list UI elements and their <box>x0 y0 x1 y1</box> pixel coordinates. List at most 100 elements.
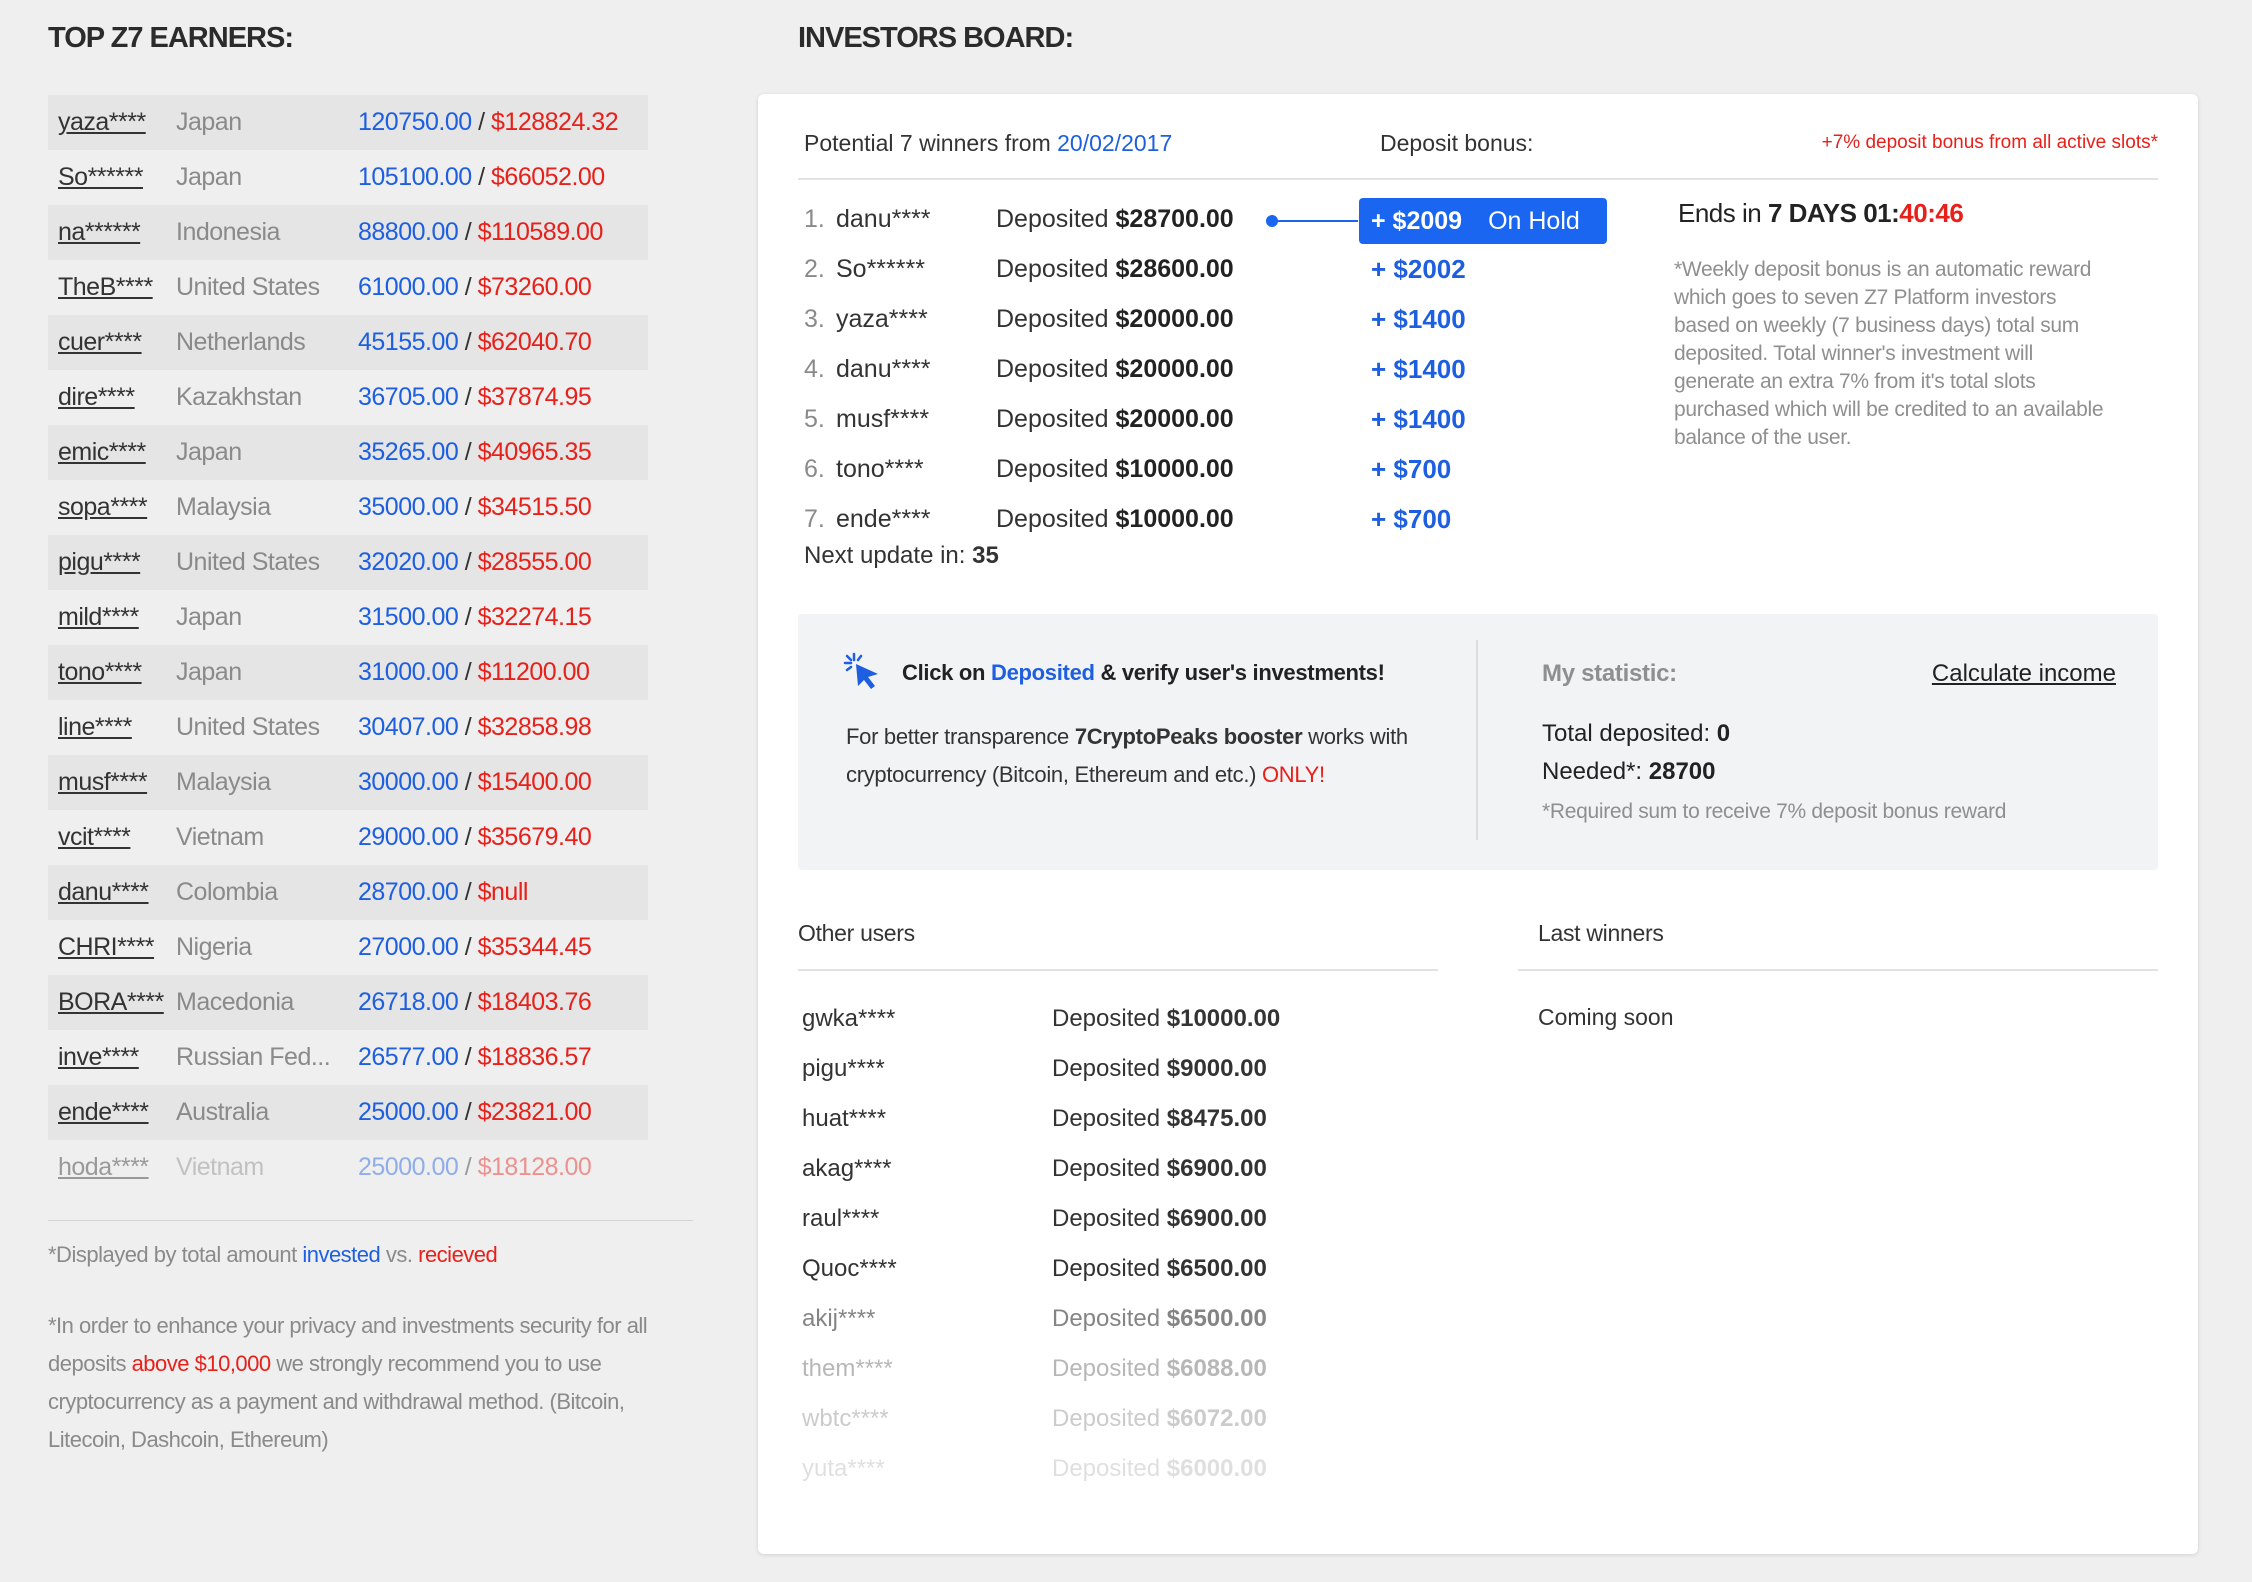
earner-row: mild**** Japan 31500.00 / $32274.15 <box>48 590 648 645</box>
next-update-label: Next update in: <box>804 542 973 569</box>
earner-name-link[interactable]: emic**** <box>48 438 176 467</box>
winner-deposited[interactable]: Deposited $28700.00 <box>996 205 1381 234</box>
earner-name-link[interactable]: ende**** <box>48 1098 176 1127</box>
earner-name-link[interactable]: na****** <box>48 218 176 247</box>
earner-row: hoda**** Vietnam 25000.00 / $18128.00 <box>48 1140 648 1195</box>
earner-name-link[interactable]: cuer**** <box>48 328 176 357</box>
earner-amounts: 29000.00 / $35679.40 <box>358 823 592 852</box>
earner-name-link[interactable]: BORA**** <box>48 988 176 1017</box>
earner-country: Japan <box>176 438 242 466</box>
on-hold-label: On Hold <box>1488 206 1580 235</box>
display-note: *Displayed by total amount invested vs. … <box>48 1242 498 1268</box>
note-text: *Displayed by total amount <box>48 1242 303 1267</box>
other-user-name: gwka**** <box>802 1005 896 1032</box>
winner-deposited[interactable]: Deposited $10000.00 <box>996 455 1381 484</box>
winner-deposited[interactable]: Deposited $20000.00 <box>996 355 1381 384</box>
earner-name-link[interactable]: mild**** <box>48 603 176 632</box>
winner-rank: 1. <box>804 204 825 233</box>
other-user-row: Quoc**** Deposited $6500.00 <box>802 1244 1280 1294</box>
winner-deposited[interactable]: Deposited $28600.00 <box>996 255 1381 284</box>
other-user-deposited[interactable]: Deposited $9000.00 <box>1052 1055 1267 1083</box>
next-update-value: 35 <box>972 542 999 569</box>
other-user-deposited[interactable]: Deposited $6900.00 <box>1052 1155 1267 1183</box>
earner-country: Japan <box>176 108 242 136</box>
amount-separator: / <box>458 493 478 521</box>
deposited-amount: $28600.00 <box>1115 254 1234 283</box>
earner-invested: 88800.00 <box>358 218 459 246</box>
ends-label: Ends in <box>1678 198 1768 228</box>
other-user-deposited[interactable]: Deposited $6900.00 <box>1052 1205 1267 1233</box>
winner-deposited[interactable]: Deposited $20000.00 <box>996 305 1381 334</box>
earner-row: musf**** Malaysia 30000.00 / $15400.00 <box>48 755 648 810</box>
earner-name-link[interactable]: pigu**** <box>48 548 176 577</box>
earner-amounts: 36705.00 / $37874.95 <box>358 383 592 412</box>
other-user-name: Quoc**** <box>802 1255 897 1282</box>
earner-amounts: 35000.00 / $34515.50 <box>358 493 592 522</box>
deposited-amount: $6072.00 <box>1166 1405 1267 1432</box>
earner-name-link[interactable]: danu**** <box>48 878 176 907</box>
earner-name-link[interactable]: tono**** <box>48 658 176 687</box>
earner-amounts: 26577.00 / $18836.57 <box>358 1043 592 1072</box>
deposited-link[interactable]: Deposited <box>991 660 1095 685</box>
click-prefix: Click on <box>902 660 991 685</box>
other-user-deposited[interactable]: Deposited $6000.00 <box>1052 1455 1267 1483</box>
investors-board-title: INVESTORS BOARD: <box>798 22 1074 54</box>
earner-name-link[interactable]: sopa**** <box>48 493 176 522</box>
amount-separator: / <box>458 1098 478 1126</box>
earner-name-link[interactable]: CHRI**** <box>48 933 176 962</box>
earner-received: $110589.00 <box>477 218 604 246</box>
other-user-deposited[interactable]: Deposited $6500.00 <box>1052 1305 1267 1333</box>
winner-name: danu**** <box>836 204 931 233</box>
other-user-deposited[interactable]: Deposited $10000.00 <box>1052 1005 1280 1033</box>
earner-row: BORA**** Macedonia 26718.00 / $18403.76 <box>48 975 648 1030</box>
earner-name-link[interactable]: hoda**** <box>48 1153 176 1182</box>
amount-separator: / <box>458 438 478 466</box>
amount-separator: / <box>458 768 478 796</box>
other-user-deposited[interactable]: Deposited $6072.00 <box>1052 1405 1267 1433</box>
earner-received: $18836.57 <box>477 1043 592 1071</box>
other-user-row: gwka**** Deposited $10000.00 <box>802 994 1280 1044</box>
earner-country: Malaysia <box>176 768 271 796</box>
calculate-income-link[interactable]: Calculate income <box>1932 660 2116 688</box>
earner-name-link[interactable]: So****** <box>48 163 176 192</box>
potential-date: 20/02/2017 <box>1057 130 1173 156</box>
amount-separator: / <box>458 1043 478 1071</box>
earner-row: na****** Indonesia 88800.00 / $110589.00 <box>48 205 648 260</box>
winner-bonus: + $700 <box>1371 453 1452 484</box>
earner-name-link[interactable]: line**** <box>48 713 176 742</box>
earner-invested: 35265.00 <box>358 438 459 466</box>
amount-separator: / <box>458 218 478 246</box>
earner-name-link[interactable]: TheB**** <box>48 273 176 302</box>
other-user-deposited[interactable]: Deposited $8475.00 <box>1052 1105 1267 1133</box>
earner-received: $28555.00 <box>477 548 592 576</box>
earner-invested: 29000.00 <box>358 823 459 851</box>
earner-row: cuer**** Netherlands 45155.00 / $62040.70 <box>48 315 648 370</box>
winner-row: 4. danu**** Deposited $20000.00 + $1400 <box>804 344 1466 394</box>
winner-row: 3. yaza**** Deposited $20000.00 + $1400 <box>804 294 1466 344</box>
other-user-deposited[interactable]: Deposited $6500.00 <box>1052 1255 1267 1283</box>
earner-amounts: 31000.00 / $11200.00 <box>358 658 590 687</box>
earner-received: $66052.00 <box>491 163 605 191</box>
earner-country: Macedonia <box>176 988 294 1016</box>
other-user-name: akij**** <box>802 1305 876 1332</box>
winner-deposited[interactable]: Deposited $10000.00 <box>996 505 1381 534</box>
winner-name: tono**** <box>836 454 924 483</box>
earner-name-link[interactable]: vcit**** <box>48 823 176 852</box>
ends-countdown: Ends in 7 DAYS 01:40:46 <box>1678 198 1964 229</box>
divider <box>48 1220 693 1221</box>
earner-name-link[interactable]: musf**** <box>48 768 176 797</box>
earner-row: dire**** Kazakhstan 36705.00 / $37874.95 <box>48 370 648 425</box>
earner-country: Vietnam <box>176 823 264 851</box>
earner-name-link[interactable]: yaza**** <box>48 108 176 137</box>
earner-received: $35679.40 <box>477 823 592 851</box>
winner-rank: 2. <box>804 254 825 283</box>
winner-deposited[interactable]: Deposited $20000.00 <box>996 405 1381 434</box>
other-user-deposited[interactable]: Deposited $6088.00 <box>1052 1355 1267 1383</box>
needed-amount: Needed*: 28700 <box>1542 758 1716 786</box>
earner-name-link[interactable]: inve**** <box>48 1043 176 1072</box>
on-hold-badge[interactable]: + $2009 On Hold <box>1359 198 1607 244</box>
earner-name-link[interactable]: dire**** <box>48 383 176 412</box>
divider <box>798 969 1438 971</box>
earner-received: $128824.32 <box>491 108 619 136</box>
deposited-amount: $20000.00 <box>1115 304 1234 333</box>
